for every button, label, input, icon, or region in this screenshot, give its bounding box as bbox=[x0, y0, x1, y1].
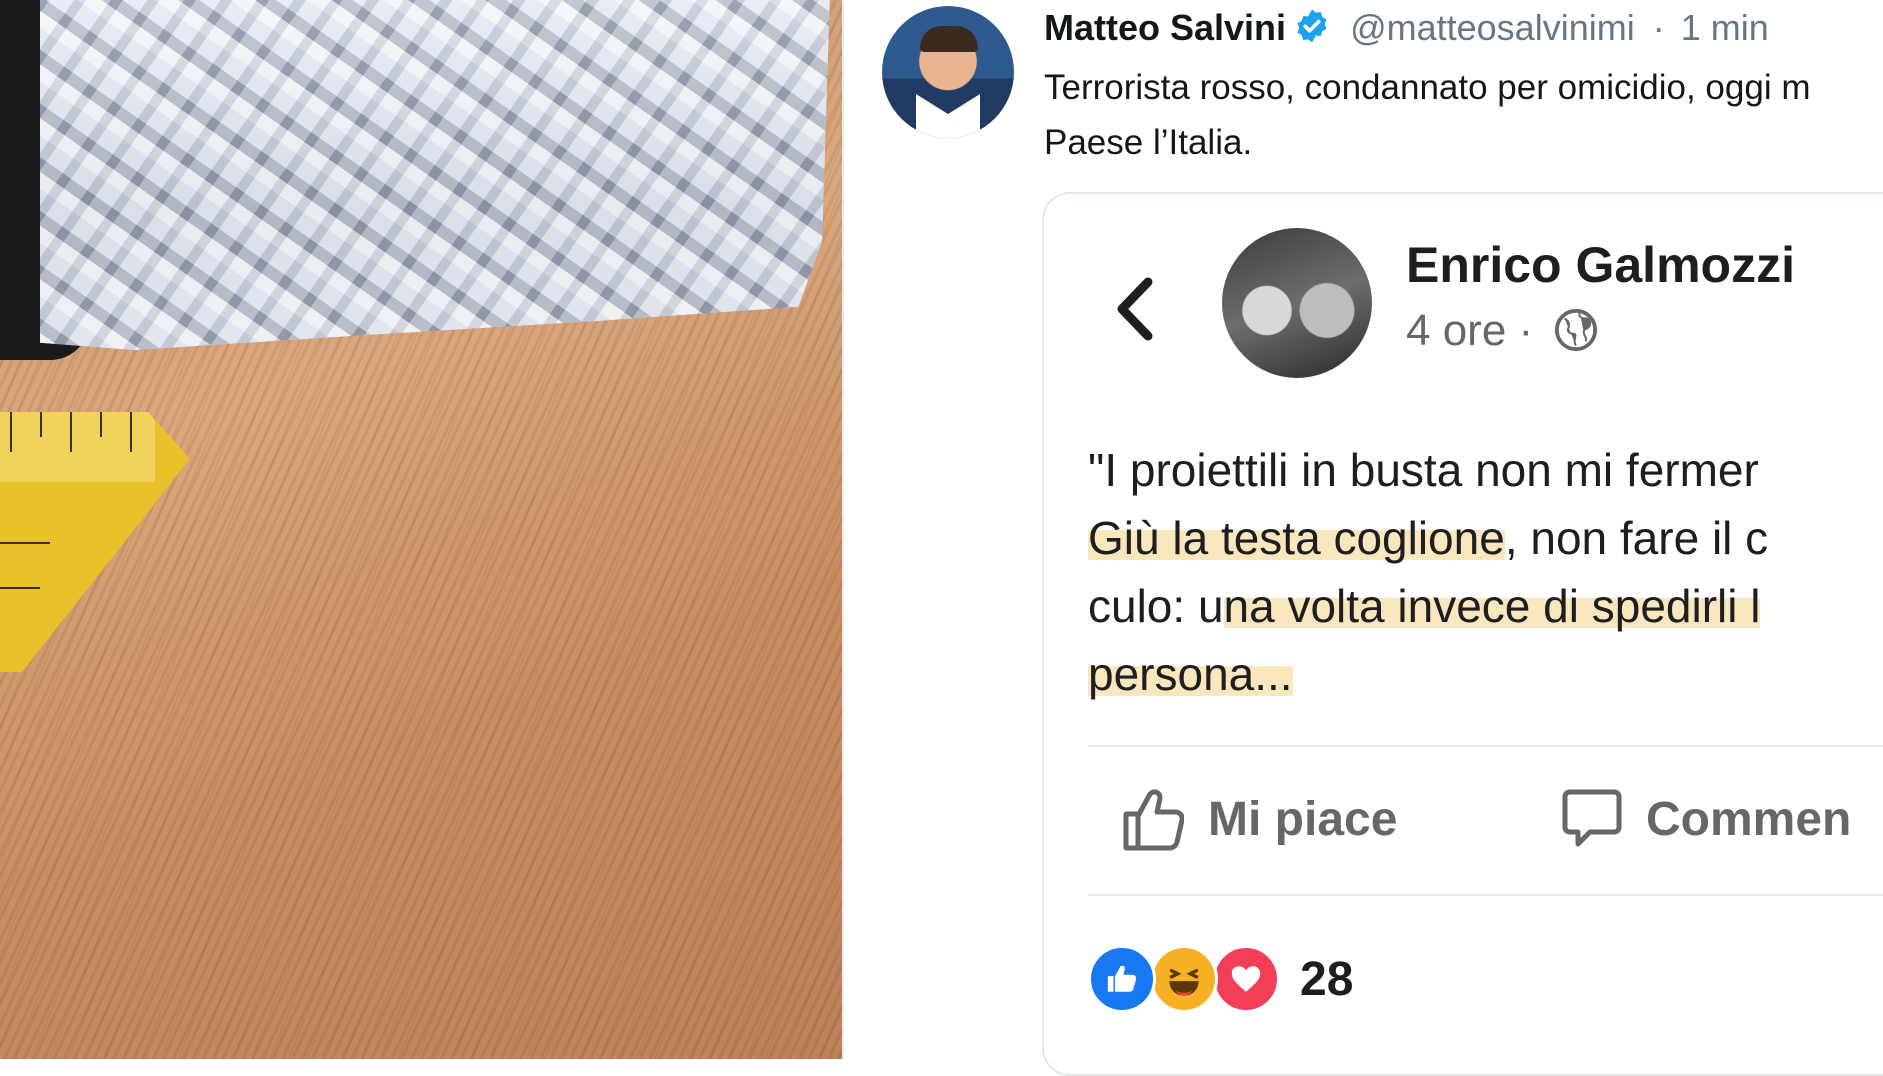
timestamp[interactable]: 1 min bbox=[1681, 7, 1769, 48]
thumbs-up-icon bbox=[1122, 786, 1185, 852]
divider bbox=[1088, 745, 1883, 747]
reaction-count: 28 bbox=[1300, 952, 1354, 1006]
fb-text-line: culo: una volta invece di spedirli l bbox=[1088, 580, 1761, 632]
comment-button[interactable]: Commen bbox=[1562, 784, 1851, 854]
love-reaction-icon bbox=[1212, 945, 1280, 1013]
haha-reaction-icon bbox=[1150, 945, 1218, 1013]
fb-text-line: "I proiettili in busta non mi fermer bbox=[1088, 444, 1759, 496]
fb-avatar[interactable] bbox=[1222, 228, 1372, 378]
time-separator: · bbox=[1652, 7, 1665, 48]
like-button[interactable]: Mi piace bbox=[1122, 784, 1397, 854]
tweet-text: Terrorista rosso, condannato per omicidi… bbox=[1044, 68, 1811, 162]
divider bbox=[1088, 894, 1883, 896]
tweet-header: Matteo Salvini @matteosalvinimi · 1 min bbox=[1044, 4, 1769, 56]
highlighted-phrase: Giù la testa coglione bbox=[1088, 512, 1505, 564]
fb-post-meta: 4 ore · bbox=[1406, 306, 1599, 364]
comment-label: Commen bbox=[1646, 792, 1852, 846]
chevron-left-icon[interactable] bbox=[1110, 274, 1160, 349]
tweet: Matteo Salvini @matteosalvinimi · 1 min … bbox=[844, 0, 1883, 1076]
avatar[interactable] bbox=[882, 6, 1014, 138]
handle[interactable]: @matteosalvinimi bbox=[1350, 7, 1635, 48]
like-reaction-icon bbox=[1088, 945, 1156, 1013]
fb-post-time[interactable]: 4 ore bbox=[1406, 306, 1506, 355]
highlighted-phrase: na volta invece di spedirli l bbox=[1223, 580, 1761, 632]
fb-meta-separator: · bbox=[1518, 306, 1534, 355]
fb-text-line: persona... bbox=[1088, 640, 1883, 708]
embedded-media-card[interactable]: Enrico Galmozzi 4 ore · "I proiettili in… bbox=[1042, 192, 1883, 1076]
reaction-summary[interactable]: 28 bbox=[1088, 944, 1353, 1014]
globe-icon bbox=[1553, 307, 1599, 364]
highlighted-phrase: persona... bbox=[1088, 648, 1293, 700]
fb-text-line: Giù la testa coglione, non fare il c bbox=[1088, 512, 1769, 564]
aluminum-foil bbox=[40, 0, 830, 350]
yellow-scale-ruler bbox=[0, 412, 190, 672]
like-label: Mi piace bbox=[1208, 792, 1398, 846]
fb-post-text: "I proiettili in busta non mi fermer Giù… bbox=[1088, 436, 1883, 708]
fb-author-name[interactable]: Enrico Galmozzi bbox=[1406, 236, 1795, 294]
verified-badge-icon bbox=[1294, 8, 1330, 56]
author-name[interactable]: Matteo Salvini bbox=[1044, 7, 1286, 48]
comment-bubble-icon bbox=[1562, 786, 1622, 852]
evidence-photo bbox=[0, 0, 842, 1059]
